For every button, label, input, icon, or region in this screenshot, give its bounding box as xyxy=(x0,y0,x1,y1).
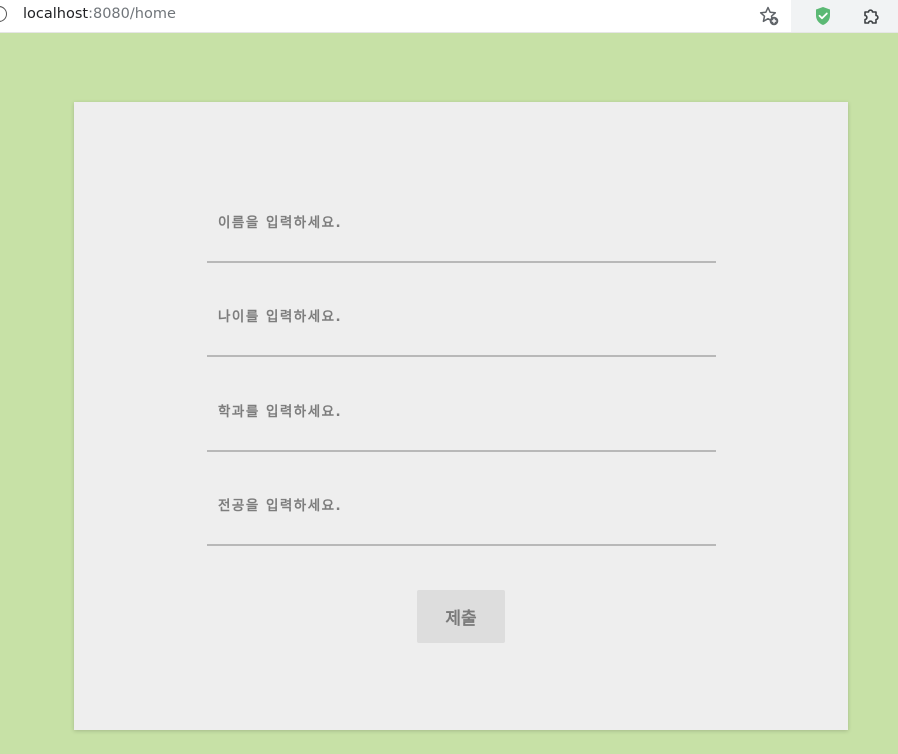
info-icon[interactable] xyxy=(0,6,7,22)
address-bar[interactable]: localhost:8080/home xyxy=(23,6,176,22)
url-host: localhost xyxy=(23,6,89,22)
submit-button[interactable]: 제출 xyxy=(417,590,505,643)
star-add-icon[interactable] xyxy=(757,4,781,28)
form-panel: 제출 xyxy=(74,102,848,730)
department-field[interactable] xyxy=(207,392,716,452)
age-input[interactable] xyxy=(207,297,716,355)
name-field[interactable] xyxy=(207,203,716,263)
browser-toolbar: localhost:8080/home xyxy=(0,0,898,33)
puzzle-icon[interactable] xyxy=(860,4,882,28)
url-path: :8080/home xyxy=(88,6,176,22)
major-field[interactable] xyxy=(207,486,716,546)
age-field[interactable] xyxy=(207,297,716,357)
major-input[interactable] xyxy=(207,486,716,544)
name-input[interactable] xyxy=(207,203,716,261)
department-input[interactable] xyxy=(207,392,716,450)
shield-check-icon[interactable] xyxy=(812,4,834,28)
